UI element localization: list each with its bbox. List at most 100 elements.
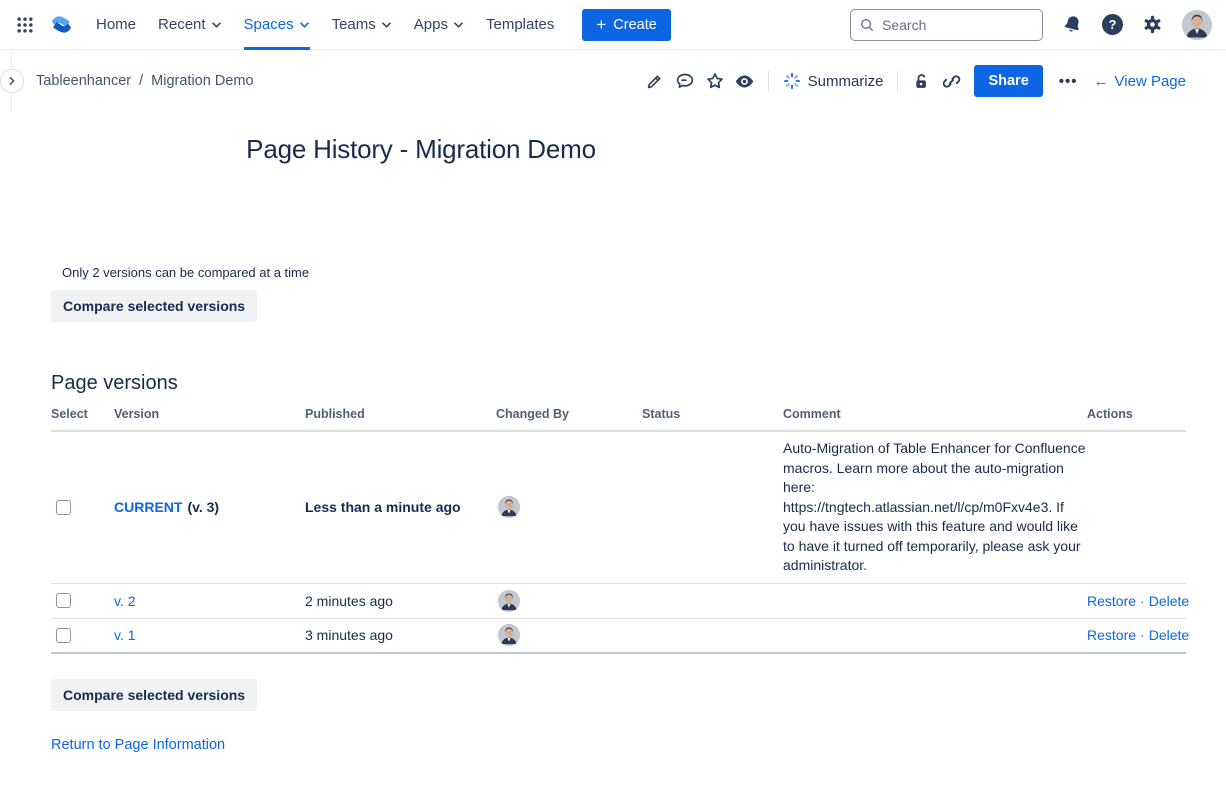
nav-item-label: Recent: [158, 16, 206, 33]
version-cell: v. 2: [114, 593, 305, 609]
app-switcher-icon[interactable]: [10, 10, 40, 40]
action-separator: ·: [1140, 593, 1145, 609]
delete-link[interactable]: Delete: [1149, 593, 1189, 609]
page-history-content: Page History - Migration Demo Only 2 ver…: [0, 134, 1226, 754]
compare-selected-versions-button-bottom[interactable]: Compare selected versions: [51, 679, 257, 711]
nav-item-label: Home: [96, 16, 136, 33]
actions-cell: Restore·Delete: [1087, 627, 1186, 643]
topnav-right-icons: ?: [1062, 10, 1212, 40]
col-header-published: Published: [305, 407, 496, 421]
changed-by-avatar[interactable]: [498, 496, 520, 518]
version-checkbox[interactable]: [56, 500, 71, 515]
settings-icon[interactable]: [1142, 14, 1163, 35]
col-header-changed-by: Changed By: [496, 407, 642, 421]
changed-by-cell: [496, 590, 642, 612]
nav-item-label: Templates: [486, 16, 554, 33]
select-cell: [51, 628, 114, 643]
comment-cell: [783, 628, 1087, 642]
version-cell: v. 1: [114, 627, 305, 643]
comment-cell: Auto-Migration of Table Enhancer for Con…: [783, 432, 1087, 583]
notifications-icon[interactable]: [1062, 14, 1083, 35]
col-header-status: Status: [642, 407, 783, 421]
nav-item-teams[interactable]: Teams: [332, 0, 392, 50]
select-cell: [51, 593, 114, 608]
nav-item-spaces[interactable]: Spaces: [244, 0, 310, 50]
page-versions-heading: Page versions: [51, 372, 1186, 395]
view-page-label: View Page: [1115, 73, 1186, 90]
comment-icon[interactable]: [670, 65, 700, 97]
search-input[interactable]: [882, 17, 1034, 33]
nav-item-apps[interactable]: Apps: [414, 0, 464, 50]
changed-by-avatar[interactable]: [498, 624, 520, 646]
top-navigation: Home Recent Spaces Teams Apps: [0, 0, 1226, 50]
comment-cell: [783, 594, 1087, 608]
copy-link-icon[interactable]: [936, 65, 966, 97]
search-box[interactable]: [850, 9, 1043, 41]
published-cell: Less than a minute ago: [305, 499, 496, 515]
compare-selected-versions-button-top[interactable]: Compare selected versions: [51, 290, 257, 322]
edit-icon[interactable]: [640, 65, 670, 97]
versions-table: Select Version Published Changed By Stat…: [51, 407, 1186, 654]
version-checkbox[interactable]: [56, 593, 71, 608]
nav-item-recent[interactable]: Recent: [158, 0, 222, 50]
share-button[interactable]: Share: [974, 65, 1042, 97]
select-cell: [51, 500, 114, 515]
actions-cell: Restore·Delete: [1087, 593, 1186, 609]
chevron-down-icon: [453, 21, 464, 29]
page-toolbar: Summarize Share ••• ← View Page: [640, 65, 1186, 97]
watch-icon[interactable]: [730, 65, 760, 97]
confluence-logo[interactable]: [46, 10, 76, 40]
restore-link[interactable]: Restore: [1087, 627, 1136, 643]
create-button[interactable]: + Create: [582, 9, 670, 41]
search-icon: [859, 17, 875, 33]
view-page-link[interactable]: ← View Page: [1094, 73, 1186, 90]
version-link[interactable]: CURRENT: [114, 499, 182, 515]
published-cell: 2 minutes ago: [305, 593, 496, 609]
breadcrumb-toolbar-row: Tableenhancer / Migration Demo: [0, 50, 1226, 112]
user-avatar[interactable]: [1182, 10, 1212, 40]
restrictions-unlock-icon[interactable]: [906, 65, 936, 97]
compare-hint-text: Only 2 versions can be compared at a tim…: [62, 265, 1186, 280]
versions-table-header: Select Version Published Changed By Stat…: [51, 407, 1186, 432]
version-link[interactable]: v. 2: [114, 593, 136, 609]
primary-nav: Home Recent Spaces Teams Apps: [96, 0, 554, 50]
summarize-label: Summarize: [808, 73, 884, 90]
return-to-page-information-link[interactable]: Return to Page Information: [51, 737, 225, 753]
summarize-sparkle-icon: [783, 72, 801, 90]
version-link[interactable]: v. 1: [114, 627, 136, 643]
action-separator: ·: [1140, 627, 1145, 643]
version-checkbox[interactable]: [56, 628, 71, 643]
breadcrumb-space-link[interactable]: Tableenhancer: [36, 73, 131, 89]
col-header-select: Select: [51, 407, 114, 421]
nav-item-templates[interactable]: Templates: [486, 0, 554, 50]
star-icon[interactable]: [700, 65, 730, 97]
more-actions-icon[interactable]: •••: [1055, 73, 1082, 90]
version-cell: CURRENT (v. 3): [114, 499, 305, 515]
breadcrumb-separator: /: [139, 73, 143, 89]
col-header-actions: Actions: [1087, 407, 1186, 421]
col-header-comment: Comment: [783, 407, 1087, 421]
restore-link[interactable]: Restore: [1087, 593, 1136, 609]
table-row-v1: v. 1 3 minutes ago Restore·Delete: [51, 619, 1186, 654]
changed-by-cell: [496, 496, 642, 518]
chevron-down-icon: [299, 21, 310, 29]
help-icon[interactable]: ?: [1102, 14, 1123, 35]
version-suffix: (v. 3): [187, 499, 219, 515]
summarize-button[interactable]: Summarize: [777, 72, 890, 90]
table-row-v2: v. 2 2 minutes ago Restore·Delete: [51, 584, 1186, 619]
changed-by-avatar[interactable]: [498, 590, 520, 612]
changed-by-cell: [496, 624, 642, 646]
back-arrow-icon: ←: [1094, 73, 1109, 90]
breadcrumb-page-link[interactable]: Migration Demo: [151, 73, 253, 89]
col-header-version: Version: [114, 407, 305, 421]
create-button-label: Create: [613, 17, 657, 33]
delete-link[interactable]: Delete: [1149, 627, 1189, 643]
expand-sidebar-button[interactable]: [0, 69, 24, 93]
published-cell: 3 minutes ago: [305, 627, 496, 643]
toolbar-divider: [768, 71, 769, 91]
plus-icon: +: [596, 16, 606, 33]
breadcrumb: Tableenhancer / Migration Demo: [36, 73, 254, 89]
nav-item-label: Spaces: [244, 16, 294, 33]
nav-item-label: Teams: [332, 16, 376, 33]
nav-item-home[interactable]: Home: [96, 0, 136, 50]
